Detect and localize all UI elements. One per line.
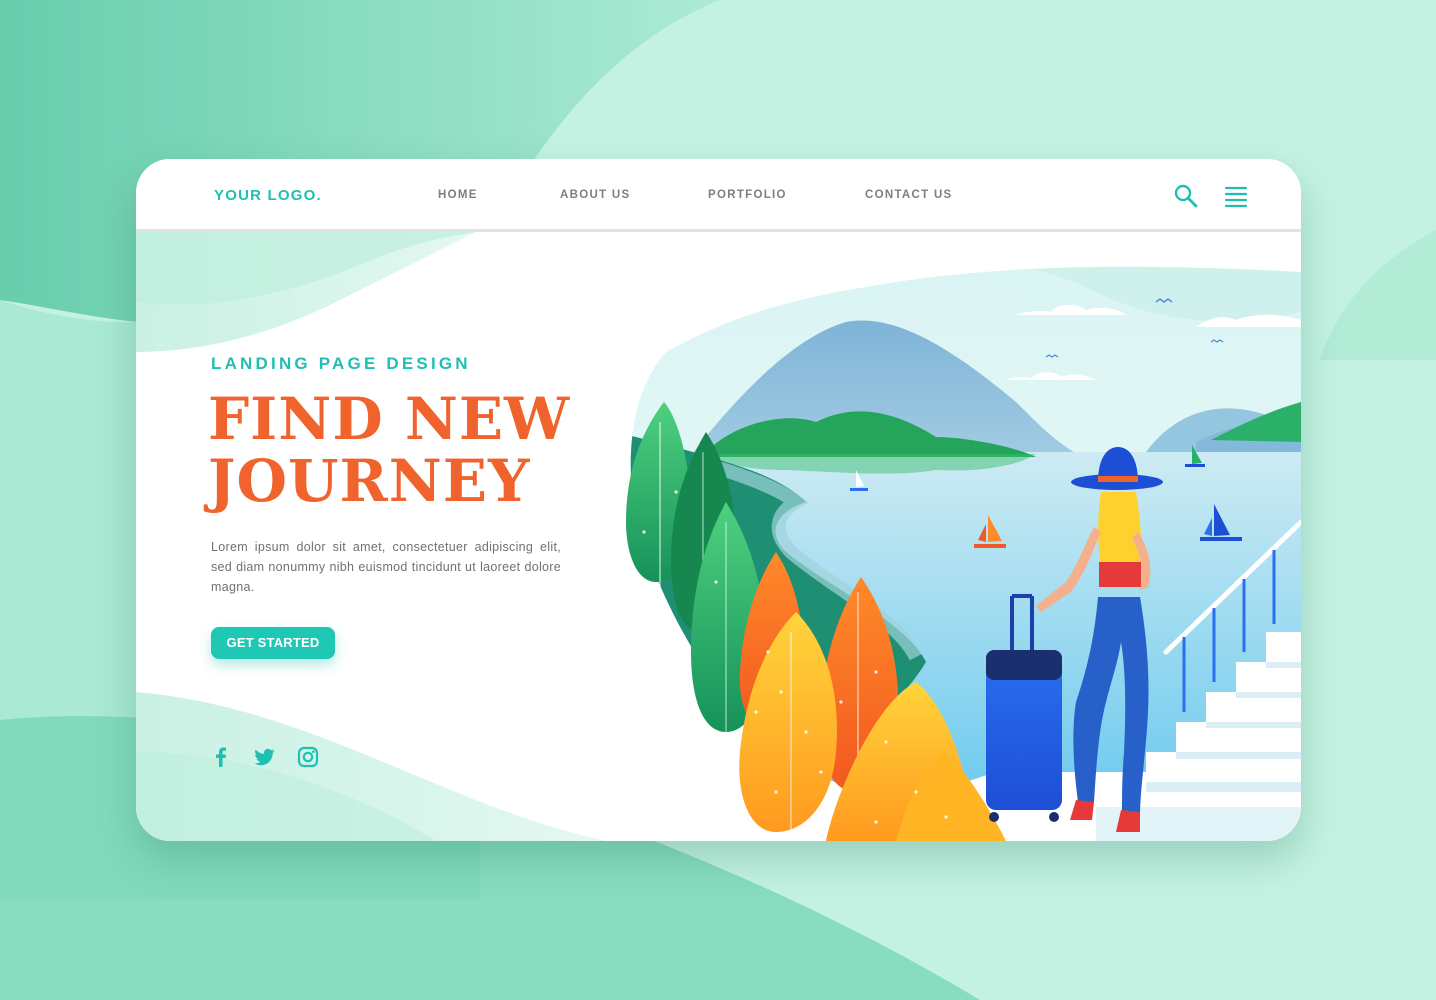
facebook-icon[interactable]: [209, 745, 233, 769]
top-navigation: YOUR LOGO. HOME ABOUT US PORTFOLIO CONTA…: [136, 159, 1301, 232]
landing-page-window: YOUR LOGO. HOME ABOUT US PORTFOLIO CONTA…: [136, 159, 1301, 841]
logo[interactable]: YOUR LOGO.: [214, 187, 322, 204]
twitter-icon[interactable]: [252, 745, 276, 769]
nav-contact-us[interactable]: CONTACT US: [865, 189, 953, 201]
nav-home[interactable]: HOME: [438, 189, 478, 201]
get-started-button[interactable]: GET STARTED: [211, 627, 335, 659]
hero-title-line-1: FIND NEW: [208, 385, 571, 453]
hero-title: FIND NEW JOURNEY: [208, 388, 648, 512]
nav-portfolio[interactable]: PORTFOLIO: [708, 189, 787, 201]
search-icon[interactable]: [1173, 183, 1199, 209]
hero-subtitle: LANDING PAGE DESIGN: [211, 354, 471, 373]
instagram-icon[interactable]: [296, 745, 320, 769]
hamburger-menu-icon[interactable]: [1223, 183, 1249, 209]
hero-description: Lorem ipsum dolor sit amet, consectetuer…: [211, 540, 561, 594]
nav-about-us[interactable]: ABOUT US: [560, 189, 630, 201]
hero-title-line-2: JOURNEY: [208, 447, 531, 515]
